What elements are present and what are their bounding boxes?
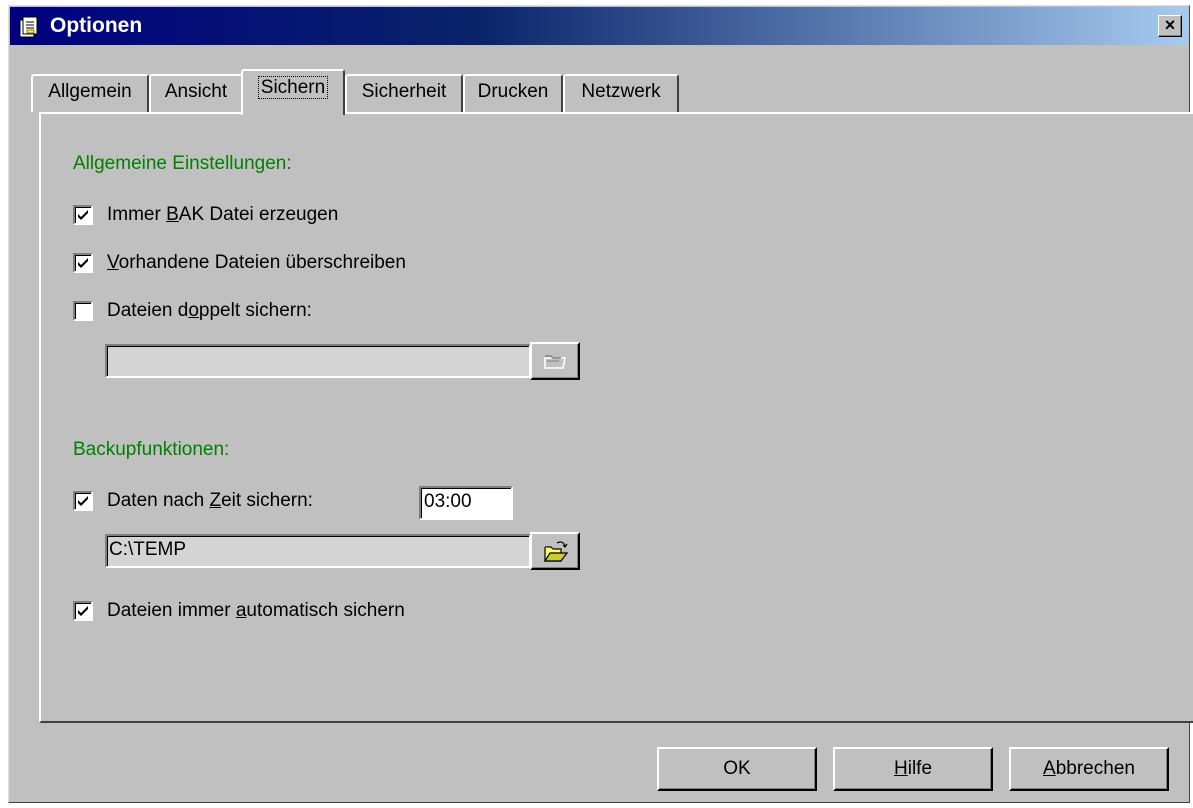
help-button[interactable]: Hilfe xyxy=(833,747,993,791)
general-settings-heading: Allgemeine Einstellungen: xyxy=(73,153,292,174)
ok-button[interactable]: OK xyxy=(657,747,817,791)
backup-path-field[interactable]: C:\TEMP xyxy=(105,534,531,568)
double-save-browse-button[interactable] xyxy=(530,342,580,380)
window-title: Optionen xyxy=(50,14,143,37)
accelerator-key: B xyxy=(166,204,179,225)
auto-save-checkbox[interactable] xyxy=(73,601,93,621)
tab-sicherheit[interactable]: Sicherheit xyxy=(345,74,463,112)
overwrite-files-checkbox[interactable] xyxy=(73,253,93,273)
label-text: Dateien d xyxy=(107,300,189,321)
label-text: orhandene Dateien überschreiben xyxy=(118,252,406,273)
label-text: Dateien immer xyxy=(107,600,236,621)
double-save-checkbox[interactable] xyxy=(73,301,93,321)
label-text: AK Datei erzeugen xyxy=(178,204,339,225)
accelerator-key: V xyxy=(107,252,119,273)
tab-panel-sichern: Allgemeine Einstellungen: Immer BAK Date… xyxy=(39,112,1193,723)
tab-label: Sicherheit xyxy=(361,81,447,102)
always-bak-checkbox[interactable] xyxy=(73,205,93,225)
options-document-icon xyxy=(19,16,39,38)
backup-browse-button[interactable] xyxy=(530,532,580,570)
label-text: Daten nach xyxy=(107,490,210,511)
always-bak-label[interactable]: Immer BAK Datei erzeugen xyxy=(107,204,338,226)
tab-label: Drucken xyxy=(477,81,549,102)
checkmark-icon xyxy=(78,210,88,220)
accelerator-key: A xyxy=(1043,758,1056,779)
checkmark-icon xyxy=(78,258,88,268)
accelerator-key: H xyxy=(893,758,908,779)
button-label: bbrechen xyxy=(1055,758,1135,779)
accelerator-key: Z xyxy=(209,490,222,511)
accelerator-key: o xyxy=(188,300,199,321)
tab-label: Ansicht xyxy=(164,81,228,102)
label-text: utomatisch sichern xyxy=(246,600,405,621)
tab-label: Netzwerk xyxy=(581,81,661,102)
label-text: Immer xyxy=(107,204,167,225)
tab-allgemein[interactable]: Allgemein xyxy=(31,74,149,112)
button-label: OK xyxy=(723,758,751,779)
backup-functions-heading: Backupfunktionen: xyxy=(73,439,230,460)
label-text: ppelt sichern: xyxy=(198,300,312,321)
tab-sichern[interactable]: Sichern xyxy=(241,69,345,115)
accelerator-key: a xyxy=(235,600,247,621)
tab-label: Allgemein xyxy=(48,81,132,102)
tab-drucken[interactable]: Drucken xyxy=(463,74,563,112)
double-save-label[interactable]: Dateien doppelt sichern: xyxy=(107,300,312,322)
checkmark-icon xyxy=(78,496,88,506)
double-save-path-field[interactable] xyxy=(105,344,531,378)
overwrite-files-label[interactable]: Vorhandene Dateien überschreiben xyxy=(107,252,406,274)
checkmark-icon xyxy=(78,606,88,616)
tab-netzwerk[interactable]: Netzwerk xyxy=(563,74,679,112)
folder-browse-disabled-icon xyxy=(544,355,566,369)
close-icon: × xyxy=(1164,15,1176,35)
backup-time-input[interactable]: 03:00 xyxy=(419,486,513,520)
options-dialog: Optionen × Allgemein Ansicht Sichern Sic… xyxy=(8,5,1193,803)
time-save-checkbox[interactable] xyxy=(73,491,93,511)
tab-label: Sichern xyxy=(257,76,329,99)
close-button[interactable]: × xyxy=(1158,15,1182,37)
label-text: eit sichern: xyxy=(221,490,313,511)
cancel-button[interactable]: Abbrechen xyxy=(1009,747,1169,791)
button-label: ilfe xyxy=(907,758,933,779)
time-save-label[interactable]: Daten nach Zeit sichern: xyxy=(107,490,313,512)
tab-ansicht[interactable]: Ansicht xyxy=(149,74,243,112)
folder-open-icon xyxy=(543,541,569,562)
title-bar[interactable]: Optionen × xyxy=(10,7,1188,45)
auto-save-label[interactable]: Dateien immer automatisch sichern xyxy=(107,600,405,622)
